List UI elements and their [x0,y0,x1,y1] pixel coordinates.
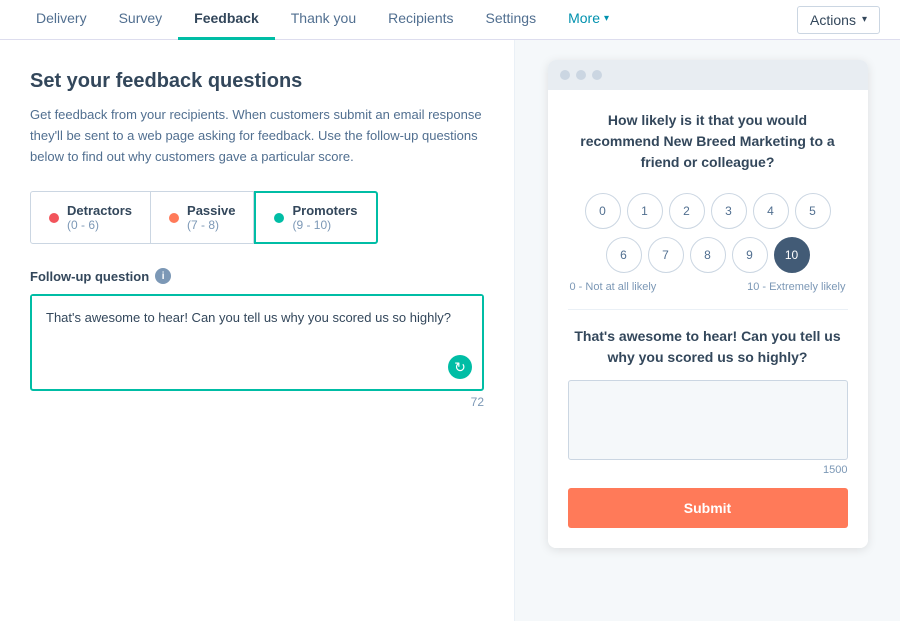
right-panel: How likely is it that you would recommen… [515,40,900,621]
preview-divider [568,309,848,310]
nps-labels: 0 - Not at all likely 10 - Extremely lik… [568,281,848,293]
main-layout: Set your feedback questions Get feedback… [0,40,900,621]
nps-row-1: 0 1 2 3 4 5 [585,193,831,229]
preview-submit-button[interactable]: Submit [568,488,848,528]
nps-row-2: 6 7 8 9 10 [606,237,810,273]
nps-9[interactable]: 9 [732,237,768,273]
nps-10[interactable]: 10 [774,237,810,273]
browser-dot-2 [576,70,586,80]
detractors-range: (0 - 6) [67,218,132,232]
detractors-label: Detractors [67,203,132,218]
nps-7[interactable]: 7 [648,237,684,273]
section-description: Get feedback from your recipients. When … [30,105,484,167]
preview-nps-question: How likely is it that you would recommen… [568,110,848,173]
followup-textarea[interactable]: That's awesome to hear! Can you tell us … [32,296,482,386]
actions-button[interactable]: Actions ▾ [797,6,880,34]
nps-3[interactable]: 3 [711,193,747,229]
passive-range: (7 - 8) [187,218,235,232]
passive-label: Passive [187,203,235,218]
page-title: Set your feedback questions [30,70,484,93]
segment-detractors[interactable]: Detractors (0 - 6) [30,191,151,244]
nps-5[interactable]: 5 [795,193,831,229]
browser-mockup: How likely is it that you would recommen… [548,60,868,548]
char-count: 72 [30,395,484,409]
preview-char-limit: 1500 [568,464,848,476]
top-navigation: Delivery Survey Feedback Thank you Recip… [0,0,900,40]
followup-textarea-wrapper: That's awesome to hear! Can you tell us … [30,294,484,391]
promoters-range: (9 - 10) [292,218,357,232]
browser-dot-1 [560,70,570,80]
segment-tabs: Detractors (0 - 6) Passive (7 - 8) Promo… [30,191,484,244]
chevron-down-icon: ▾ [862,14,867,25]
detractors-dot [49,213,59,223]
tab-delivery[interactable]: Delivery [20,0,103,40]
tab-recipients[interactable]: Recipients [372,0,469,40]
browser-dot-3 [592,70,602,80]
nps-4[interactable]: 4 [753,193,789,229]
promoters-dot [274,213,284,223]
nps-8[interactable]: 8 [690,237,726,273]
tab-survey[interactable]: Survey [103,0,179,40]
nps-0[interactable]: 0 [585,193,621,229]
browser-bar [548,60,868,90]
passive-dot [169,213,179,223]
left-panel: Set your feedback questions Get feedback… [0,40,515,621]
promoters-label: Promoters [292,203,357,218]
preview-answer-box[interactable] [568,380,848,460]
segment-promoters[interactable]: Promoters (9 - 10) [254,191,377,244]
nps-label-left: 0 - Not at all likely [570,281,657,293]
info-icon[interactable]: i [155,268,171,284]
tab-more[interactable]: More ▾ [552,0,625,40]
tab-settings[interactable]: Settings [470,0,553,40]
nps-2[interactable]: 2 [669,193,705,229]
nps-scale: 0 1 2 3 4 5 6 7 8 9 10 [568,193,848,273]
segment-passive[interactable]: Passive (7 - 8) [151,191,254,244]
followup-label-row: Follow-up question i [30,268,484,284]
nps-label-right: 10 - Extremely likely [747,281,845,293]
tab-thank-you[interactable]: Thank you [275,0,372,40]
preview-body: How likely is it that you would recommen… [548,90,868,548]
nps-6[interactable]: 6 [606,237,642,273]
chevron-down-icon: ▾ [604,13,609,24]
followup-label-text: Follow-up question [30,269,149,284]
preview-followup-question: That's awesome to hear! Can you tell us … [568,326,848,368]
tab-feedback[interactable]: Feedback [178,0,275,40]
nps-1[interactable]: 1 [627,193,663,229]
